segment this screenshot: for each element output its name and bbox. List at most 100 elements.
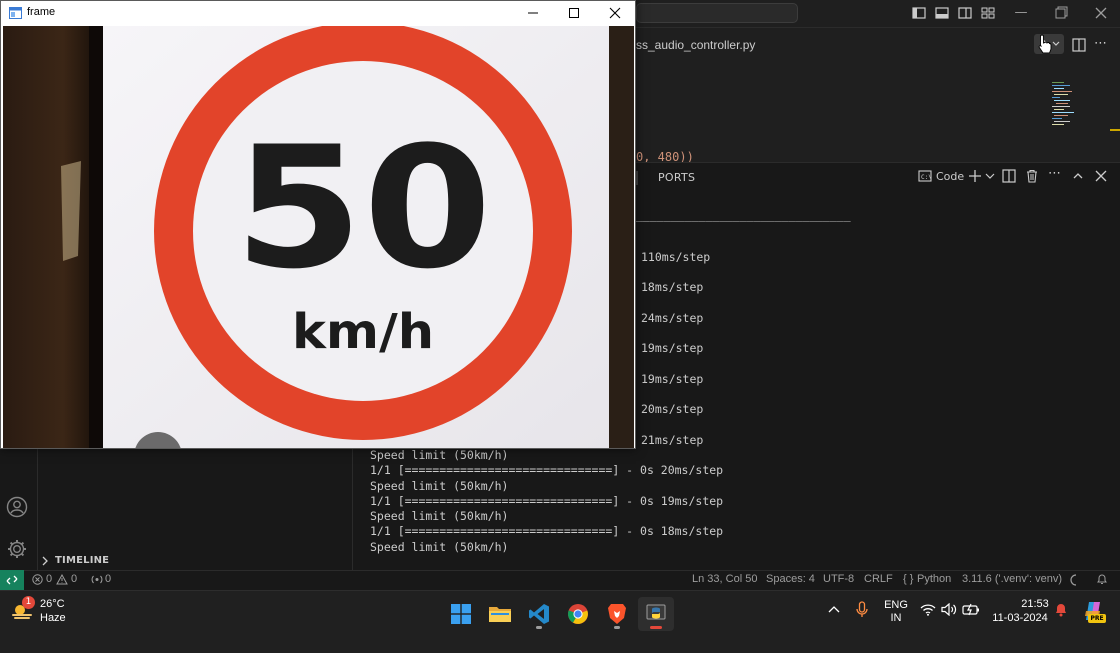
editor-more-actions-icon[interactable]: ⋯ bbox=[1094, 36, 1107, 51]
clock-time[interactable]: 21:53 bbox=[1012, 598, 1058, 610]
weather-condition[interactable]: Haze bbox=[40, 612, 66, 624]
end-of-line[interactable]: CRLF bbox=[864, 573, 893, 585]
vscode-icon bbox=[529, 604, 549, 624]
microphone-icon[interactable] bbox=[856, 601, 868, 619]
new-terminal-icon[interactable] bbox=[968, 169, 982, 183]
chevron-right-icon[interactable] bbox=[40, 556, 50, 566]
terminal-line: 1/1 [==============================] - 0… bbox=[370, 494, 724, 508]
trash-icon[interactable] bbox=[1025, 169, 1039, 183]
show-hidden-icons-chevron-icon[interactable] bbox=[828, 604, 840, 614]
terminal-line: 110ms/step bbox=[641, 250, 711, 264]
vscode-restore-icon[interactable] bbox=[1054, 6, 1068, 20]
frame-close-icon[interactable] bbox=[604, 4, 626, 22]
notifications-bell-icon[interactable] bbox=[1096, 573, 1108, 586]
maximize-panel-icon[interactable] bbox=[1071, 169, 1085, 183]
board-edge-shadow bbox=[89, 26, 103, 448]
terminal-line: 20ms/step bbox=[641, 402, 704, 416]
camera-frame-view[interactable]: 50 km/h bbox=[3, 26, 634, 448]
terminal-profile-label[interactable]: Code bbox=[936, 170, 964, 183]
gear-icon[interactable] bbox=[6, 538, 28, 560]
ports-count[interactable]: 0 bbox=[105, 573, 111, 585]
warning-icon[interactable] bbox=[56, 574, 68, 585]
windows-start-icon bbox=[451, 604, 471, 624]
chrome-icon bbox=[568, 604, 588, 624]
panel-more-actions-icon[interactable]: ⋯ bbox=[1048, 166, 1061, 181]
running-indicator bbox=[536, 626, 542, 629]
terminal-line: Speed limit (50km/h) bbox=[370, 479, 509, 493]
warning-count[interactable]: 0 bbox=[71, 573, 77, 585]
terminal-separator-line: _______________________________ bbox=[636, 208, 851, 222]
input-language-line2[interactable]: IN bbox=[882, 612, 910, 624]
indentation[interactable]: Spaces: 4 bbox=[766, 573, 815, 585]
explorer-sidebar bbox=[38, 448, 353, 570]
error-count[interactable]: 0 bbox=[46, 573, 52, 585]
copilot-status-icon[interactable] bbox=[1068, 574, 1078, 586]
background-right-scene bbox=[609, 26, 634, 448]
terminal-icon: C:\ bbox=[918, 170, 932, 182]
desktop: — ss_audio_controller.py ⋯ 0, 480)) PORT… bbox=[0, 0, 1120, 653]
overview-ruler-marker bbox=[1110, 129, 1120, 131]
copilot-preview-badge: PRE bbox=[1088, 614, 1106, 623]
vscode-close-icon[interactable] bbox=[1094, 6, 1108, 20]
active-window-indicator bbox=[650, 626, 662, 629]
python-interpreter[interactable]: 3.11.6 ('.venv': venv) bbox=[962, 573, 1062, 585]
timeline-section-header[interactable]: TIMELINE bbox=[55, 555, 109, 566]
weather-temperature[interactable]: 26°C bbox=[40, 598, 65, 610]
remote-indicator-button[interactable] bbox=[0, 570, 24, 590]
volume-icon[interactable] bbox=[941, 603, 957, 616]
vscode-minimize-button[interactable]: — bbox=[1010, 4, 1032, 22]
start-button[interactable] bbox=[443, 597, 479, 631]
frame-maximize-icon[interactable] bbox=[563, 4, 585, 22]
clock-date[interactable]: 11-03-2024 bbox=[990, 612, 1050, 624]
accounts-icon[interactable] bbox=[6, 496, 28, 518]
file-encoding[interactable]: UTF-8 bbox=[823, 573, 854, 585]
minimap[interactable] bbox=[1050, 80, 1076, 128]
customize-layout-icon[interactable] bbox=[981, 6, 995, 20]
terminal-line: 19ms/step bbox=[641, 372, 704, 386]
error-icon[interactable] bbox=[32, 574, 43, 585]
wifi-icon[interactable] bbox=[920, 603, 936, 616]
language-mode[interactable]: Python bbox=[917, 573, 951, 585]
command-center-search[interactable] bbox=[636, 3, 798, 23]
chevron-down-icon[interactable] bbox=[983, 169, 997, 183]
terminal-line: Speed limit (50km/h) bbox=[370, 540, 509, 554]
frame-window[interactable]: frame 50 km/h bbox=[0, 0, 636, 449]
toggle-secondary-sidebar-icon[interactable] bbox=[958, 6, 972, 20]
close-panel-icon[interactable] bbox=[1094, 169, 1108, 183]
frame-window-title: frame bbox=[27, 6, 56, 18]
editor-tab-label[interactable]: ss_audio_controller.py bbox=[636, 38, 755, 52]
app-window-icon bbox=[9, 7, 22, 19]
terminal-line: 18ms/step bbox=[641, 280, 704, 294]
language-mode-icon[interactable]: { } bbox=[903, 573, 913, 585]
file-explorer-button[interactable] bbox=[482, 597, 518, 631]
terminal-line: 24ms/step bbox=[641, 311, 704, 325]
terminal-line: Speed limit (50km/h) bbox=[370, 509, 509, 523]
chrome-taskbar-button[interactable] bbox=[560, 597, 596, 631]
python-icon bbox=[646, 604, 666, 620]
panel-tab-separator bbox=[636, 171, 638, 185]
ports-icon[interactable] bbox=[91, 574, 103, 585]
frame-minimize-icon[interactable] bbox=[522, 4, 544, 22]
speed-sign-number: 50 bbox=[234, 110, 492, 306]
running-indicator bbox=[614, 626, 620, 629]
terminal-line: 19ms/step bbox=[641, 341, 704, 355]
panel-tab-ports[interactable]: PORTS bbox=[658, 171, 695, 184]
speed-sign-unit: km/h bbox=[292, 304, 434, 360]
remote-icon bbox=[6, 575, 18, 585]
terminal-line: 1/1 [==============================] - 0… bbox=[370, 524, 724, 538]
notification-bell-icon[interactable] bbox=[1054, 602, 1068, 618]
hand-cursor-icon bbox=[1038, 34, 1052, 54]
terminal-line: 1/1 [==============================] - 0… bbox=[370, 463, 724, 477]
toggle-primary-sidebar-icon[interactable] bbox=[912, 6, 926, 20]
terminal-line: 21ms/step bbox=[641, 433, 704, 447]
input-language-line1[interactable]: ENG bbox=[882, 599, 910, 611]
background-left-scene bbox=[3, 26, 103, 448]
weather-badge: 1 bbox=[22, 596, 35, 609]
battery-charging-icon[interactable] bbox=[962, 603, 980, 616]
toggle-panel-icon[interactable] bbox=[935, 6, 949, 20]
cursor-position[interactable]: Ln 33, Col 50 bbox=[692, 573, 757, 585]
terminal-line: Speed limit (50km/h) bbox=[370, 448, 509, 462]
split-editor-icon[interactable] bbox=[1072, 38, 1086, 52]
background-object bbox=[61, 161, 81, 261]
split-terminal-icon[interactable] bbox=[1002, 169, 1016, 183]
